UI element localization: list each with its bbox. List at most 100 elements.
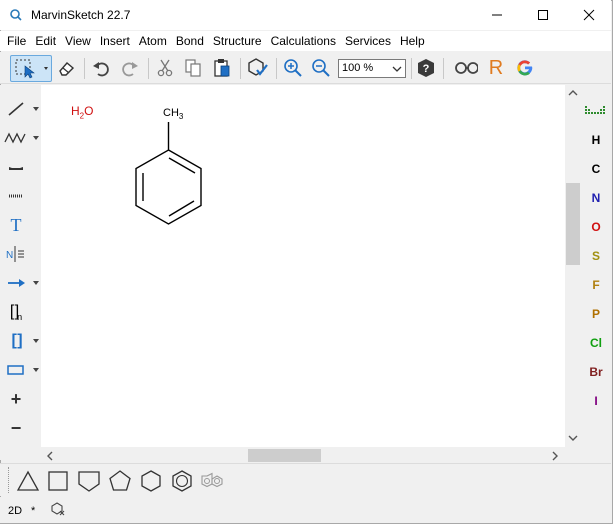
undo-button[interactable] <box>89 56 113 80</box>
maximize-button[interactable] <box>520 0 566 30</box>
wedge-bond-tool[interactable] <box>4 155 28 179</box>
menu-atom[interactable]: Atom <box>135 31 171 51</box>
google-search-button[interactable] <box>513 56 537 80</box>
r-group-button[interactable]: R <box>484 56 508 80</box>
status-2d-mode[interactable]: 2D <box>8 505 22 517</box>
paste-button[interactable] <box>210 56 234 80</box>
svg-text:N: N <box>6 250 13 261</box>
minus-icon: − <box>10 417 22 438</box>
chevron-up-icon[interactable] <box>568 89 578 97</box>
atom-symbol: Cl <box>590 336 602 350</box>
menu-file[interactable]: File <box>3 31 30 51</box>
atom-button-s[interactable]: S <box>581 245 611 267</box>
menu-bar: File Edit View Insert Atom Bond Structur… <box>0 31 611 51</box>
close-button[interactable] <box>566 0 612 30</box>
bracket-tool[interactable]: [ ] <box>4 329 28 353</box>
toluene-structure[interactable] <box>125 120 215 230</box>
menu-structure[interactable]: Structure <box>209 31 266 51</box>
zoom-select[interactable]: 100 % <box>338 59 406 78</box>
cut-icon <box>157 59 173 77</box>
vertical-scrollbar[interactable] <box>565 85 581 447</box>
toolbar-separator <box>148 58 149 79</box>
copy-button[interactable] <box>181 56 205 80</box>
single-bond-icon <box>8 102 24 116</box>
clean-structure-button[interactable] <box>246 56 270 80</box>
chevron-down-icon[interactable] <box>568 434 578 442</box>
vertical-scroll-thumb[interactable] <box>566 183 580 265</box>
water-molecule[interactable]: H2O <box>71 104 93 120</box>
atom-button-o[interactable]: O <box>581 216 611 238</box>
help-button[interactable]: ? <box>414 56 438 80</box>
menu-insert[interactable]: Insert <box>96 31 134 51</box>
atom-button-i[interactable]: I <box>581 390 611 412</box>
atom-button-p[interactable]: P <box>581 303 611 325</box>
cut-button[interactable] <box>153 56 177 80</box>
cyclobutane-template-icon[interactable] <box>45 468 71 494</box>
atom-button-br[interactable]: Br <box>581 361 611 383</box>
bracket-n-icon: [ ] <box>9 303 19 320</box>
benzene-ring[interactable] <box>135 149 202 225</box>
chevron-down-icon[interactable] <box>33 106 39 112</box>
close-icon <box>583 9 595 21</box>
hashed-bond-tool[interactable] <box>4 184 28 208</box>
increase-charge-button[interactable]: + <box>4 387 28 411</box>
zoom-value: 100 % <box>342 62 374 74</box>
redo-button[interactable] <box>118 56 142 80</box>
3d-view-button[interactable] <box>454 56 478 80</box>
atom-label-tool[interactable]: N <box>4 242 28 266</box>
chevron-down-icon[interactable] <box>33 135 39 141</box>
plus-icon: + <box>10 388 22 409</box>
wedge-bond-icon <box>9 167 23 170</box>
benzene-template-icon[interactable] <box>169 468 195 494</box>
chevron-down-icon[interactable] <box>33 367 39 373</box>
chevron-right-icon[interactable] <box>551 451 559 461</box>
decrease-charge-button[interactable]: − <box>4 416 28 440</box>
aromatic-double-bond[interactable] <box>168 200 195 217</box>
single-bond-tool[interactable] <box>4 97 28 121</box>
atom-symbol: O <box>591 220 601 234</box>
zoom-in-button[interactable] <box>281 56 305 80</box>
menu-services[interactable]: Services <box>341 31 395 51</box>
eraser-button[interactable] <box>54 56 78 80</box>
atom-button-c[interactable]: C <box>581 158 611 180</box>
atom-button-f[interactable]: F <box>581 274 611 296</box>
menu-bond[interactable]: Bond <box>172 31 208 51</box>
menu-calculations[interactable]: Calculations <box>267 31 340 51</box>
menu-help[interactable]: Help <box>396 31 429 51</box>
rectangle-tool[interactable] <box>4 358 28 382</box>
cyclopentane-shield-template-icon[interactable] <box>76 468 102 494</box>
methyl-label-ch: CH <box>163 107 179 119</box>
title-bar: MarvinSketch 22.7 <box>0 0 611 30</box>
cyclopropane-template-icon[interactable] <box>15 468 41 494</box>
aromatic-double-bond[interactable] <box>168 157 196 174</box>
minimize-button[interactable] <box>474 0 520 30</box>
menu-edit[interactable]: Edit <box>31 31 60 51</box>
chevron-down-icon[interactable] <box>33 280 39 286</box>
selection-tool-button[interactable] <box>10 55 52 82</box>
horizontal-scroll-thumb[interactable] <box>248 449 321 462</box>
structure-check-icon[interactable] <box>51 502 65 516</box>
cyclohexane-template-icon[interactable] <box>138 468 164 494</box>
sgroup-bracket-tool[interactable]: [ ] n <box>4 300 28 324</box>
cyclopentane-template-icon[interactable] <box>107 468 133 494</box>
chevron-down-icon[interactable] <box>33 338 39 344</box>
text-tool[interactable]: T <box>4 213 28 237</box>
water-label-o: O <box>84 104 94 118</box>
naphthalene-template-icon[interactable] <box>200 468 226 494</box>
periodic-table-icon[interactable] <box>585 104 607 116</box>
toolbar-separator <box>443 58 444 79</box>
chain-tool[interactable] <box>4 126 28 150</box>
menu-view[interactable]: View <box>61 31 95 51</box>
zoom-out-button[interactable] <box>309 56 333 80</box>
undo-icon <box>93 62 109 77</box>
zoom-in-icon <box>284 59 302 77</box>
svg-text:?: ? <box>423 63 430 75</box>
sketch-canvas[interactable] <box>41 85 565 447</box>
status-bar <box>0 497 611 523</box>
atom-button-cl[interactable]: Cl <box>581 332 611 354</box>
chevron-left-icon[interactable] <box>46 451 54 461</box>
atom-button-n[interactable]: N <box>581 187 611 209</box>
atom-button-h[interactable]: H <box>581 129 611 151</box>
3d-view-icon <box>455 62 478 74</box>
reaction-arrow-tool[interactable] <box>4 271 28 295</box>
